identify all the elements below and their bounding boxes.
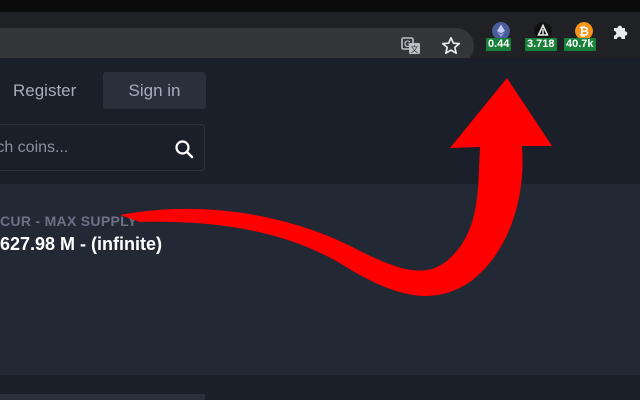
sign-in-button[interactable]: Sign in (103, 72, 206, 109)
partial-card (0, 394, 205, 400)
browser-top-edge (0, 0, 640, 12)
register-link[interactable]: Register (13, 81, 76, 101)
star-bookmark-icon[interactable] (441, 36, 461, 56)
extension-badge: 3.718 (525, 38, 557, 51)
search-input[interactable] (0, 125, 151, 170)
puzzle-icon[interactable] (609, 22, 631, 44)
search-icon[interactable] (174, 139, 194, 159)
svg-text:文: 文 (411, 44, 419, 54)
sign-in-label: Sign in (128, 80, 181, 100)
extension-btc-price[interactable]: ₿ 40.7k (564, 22, 598, 52)
extension-badge: 40.7k (564, 38, 596, 51)
extension-badge: 0.44 (486, 38, 512, 51)
translate-icon[interactable]: G 文 (401, 36, 421, 56)
supply-value: 627.98 M - (infinite) (0, 234, 163, 254)
extension-avax-price[interactable]: 3.718 (525, 22, 557, 52)
svg-text:₿: ₿ (579, 25, 589, 39)
coin-search (0, 124, 205, 171)
supply-label: CUR - MAX SUPPLY (0, 213, 138, 229)
extension-eth-price[interactable]: 0.44 (486, 22, 515, 52)
